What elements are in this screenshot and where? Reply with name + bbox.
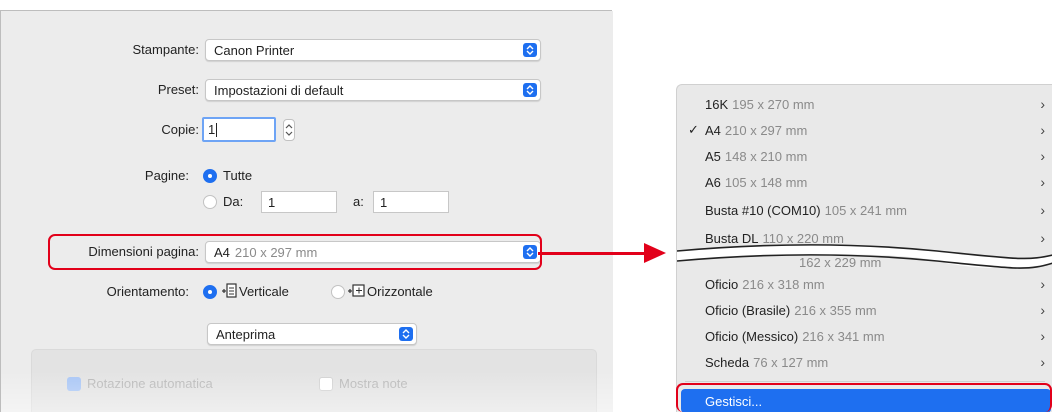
- menu-item-oficio-brasile[interactable]: Oficio (Brasile) 216 x 355 mm ›: [677, 297, 1052, 323]
- copies-stepper[interactable]: [283, 119, 295, 141]
- orientation-landscape-radio[interactable]: [331, 285, 345, 299]
- menu-item-dims: 210 x 297 mm: [724, 122, 808, 138]
- menu-item-dims: 216 x 341 mm: [802, 328, 885, 344]
- menu-item-dims: 195 x 270 mm: [732, 96, 815, 112]
- popup-arrows-icon: [523, 83, 537, 97]
- orientation-portrait-radio[interactable]: [203, 285, 217, 299]
- portrait-icon: [221, 282, 237, 303]
- pages-to-value: 1: [380, 194, 388, 210]
- menu-item-name: Scheda: [705, 354, 750, 370]
- menu-item-name: 16K: [705, 96, 729, 112]
- chevron-right-icon: ›: [1040, 174, 1045, 190]
- print-dialog-panel: Stampante: Canon Printer Preset: Imposta…: [1, 11, 613, 412]
- pages-range-radio[interactable]: [203, 195, 217, 209]
- pages-label: Pagine:: [144, 168, 189, 183]
- menu-item-name: Oficio (Brasile): [705, 302, 791, 318]
- menu-item-oficio[interactable]: Oficio 216 x 318 mm ›: [677, 271, 1052, 297]
- chevron-right-icon: ›: [1040, 148, 1045, 164]
- preset-label: Preset:: [157, 82, 199, 97]
- auto-rotate-checkbox[interactable]: [67, 377, 81, 391]
- copies-value: 1: [208, 122, 216, 137]
- menu-item-dims: 216 x 318 mm: [742, 276, 825, 292]
- popup-arrows-icon: [523, 43, 537, 57]
- menu-item-name: Oficio (Messico): [705, 328, 799, 344]
- menu-item-name: A5: [705, 148, 721, 164]
- stepper-arrows-icon: [285, 124, 293, 136]
- menu-item-name: Oficio: [705, 276, 739, 292]
- arrow-shaft: [538, 252, 646, 255]
- menu-separator: [685, 381, 1045, 382]
- pages-from-field[interactable]: 1: [261, 191, 337, 213]
- copies-label: Copie:: [161, 122, 199, 137]
- auto-rotate-label: Rotazione automatica: [87, 376, 213, 391]
- paper-size-menu: 16K 195 x 270 mm › ✓ A4 210 x 297 mm › A5 1…: [676, 84, 1052, 412]
- menu-item-dims: 105 x 148 mm: [724, 174, 808, 190]
- chevron-right-icon: ›: [1040, 354, 1045, 370]
- menu-item-a6[interactable]: A6 105 x 148 mm ›: [677, 169, 1052, 195]
- preset-popup[interactable]: Impostazioni di default: [205, 79, 541, 101]
- print-dialog: Stampante: Canon Printer Preset: Imposta…: [0, 10, 613, 412]
- pages-from-value: 1: [268, 194, 276, 210]
- menu-item-name: A4: [705, 122, 721, 138]
- menu-item-a5[interactable]: A5 148 x 210 mm ›: [677, 143, 1052, 169]
- printer-popup[interactable]: Canon Printer: [205, 39, 541, 61]
- chevron-right-icon: ›: [1040, 328, 1045, 344]
- landscape-icon: [347, 283, 365, 302]
- preset-value: Impostazioni di default: [214, 82, 344, 98]
- printer-value: Canon Printer: [214, 42, 295, 58]
- menu-item-scheda[interactable]: Scheda 76 x 127 mm ›: [677, 349, 1052, 375]
- copies-field[interactable]: 1: [202, 117, 276, 142]
- menu-item-dims: 216 x 355 mm: [794, 302, 877, 318]
- menu-item-name: Busta #10 (COM10): [705, 202, 821, 218]
- chevron-right-icon: ›: [1040, 202, 1045, 218]
- manage-highlight: [676, 383, 1052, 412]
- section-popup-value: Anteprima: [216, 326, 276, 342]
- show-notes-label: Mostra note: [339, 376, 408, 391]
- section-popup[interactable]: Anteprima: [207, 323, 417, 345]
- menu-item-dims: 76 x 127 mm: [753, 354, 829, 370]
- portrait-label: Verticale: [239, 284, 289, 299]
- menu-item-busta-10[interactable]: Busta #10 (COM10) 105 x 241 mm ›: [677, 197, 1052, 223]
- show-notes-checkbox[interactable]: [319, 377, 333, 391]
- chevron-right-icon: ›: [1040, 302, 1045, 318]
- text-caret: [216, 122, 218, 137]
- arrow-head: [644, 243, 666, 263]
- menu-item-a4[interactable]: ✓ A4 210 x 297 mm ›: [677, 117, 1052, 143]
- menu-item-16k[interactable]: 16K 195 x 270 mm ›: [677, 91, 1052, 117]
- pages-all-label: Tutte: [223, 168, 253, 183]
- pages-from-label: Da:: [223, 194, 244, 209]
- landscape-label: Orizzontale: [367, 284, 433, 299]
- menu-item-dims: 148 x 210 mm: [724, 148, 808, 164]
- menu-item-name: A6: [705, 174, 721, 190]
- chevron-right-icon: ›: [1040, 96, 1045, 112]
- pages-to-label: a:: [353, 194, 364, 209]
- menu-item-dims: 105 x 241 mm: [824, 202, 907, 218]
- menu-item-oficio-messico[interactable]: Oficio (Messico) 216 x 341 mm ›: [677, 323, 1052, 349]
- orientation-label: Orientamento:: [106, 284, 189, 299]
- chevron-right-icon: ›: [1040, 276, 1045, 292]
- pages-all-radio[interactable]: [203, 169, 217, 183]
- chevron-right-icon: ›: [1040, 122, 1045, 138]
- popup-arrows-icon: [399, 327, 413, 341]
- pages-to-field[interactable]: 1: [373, 191, 449, 213]
- checkmark-icon: ✓: [688, 122, 699, 137]
- paper-size-highlight: [48, 234, 542, 270]
- printer-label: Stampante:: [132, 42, 200, 57]
